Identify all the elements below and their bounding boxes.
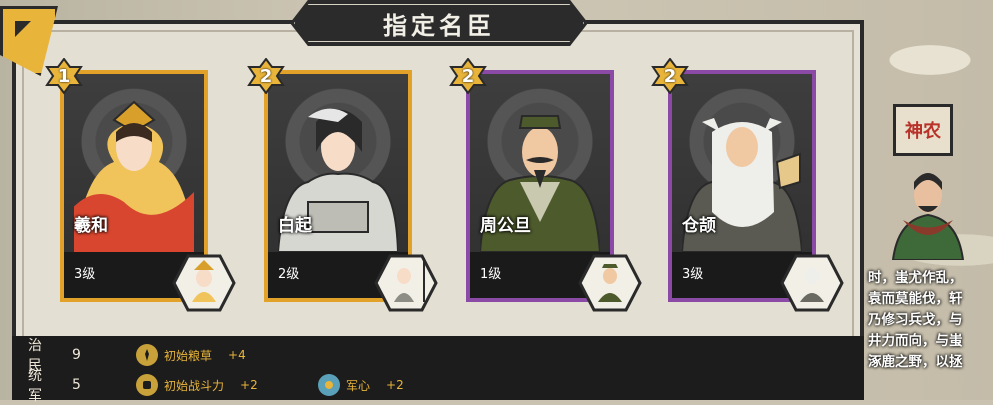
minister-name: 白起 [278, 216, 312, 236]
minister-level: 3级 [74, 267, 96, 282]
shennong-portrait [891, 173, 965, 260]
minister-name: 羲和 [74, 216, 108, 236]
rank-badge: 1 [44, 58, 84, 94]
fist-icon [136, 374, 158, 396]
shennong-sign: 神农 [893, 104, 953, 156]
minister-level: 1级 [480, 267, 502, 282]
mini-figure-xihe [172, 254, 236, 312]
mini-figure-cangjie [780, 254, 844, 312]
effect-morale: 军心 +2 [318, 374, 404, 396]
minister-level: 3级 [682, 267, 704, 282]
minister-level: 2级 [278, 267, 300, 282]
mini-figure-baiqi [374, 254, 438, 312]
minister-name: 周公旦 [480, 216, 531, 236]
mini-figure-zhougongdan [578, 254, 642, 312]
back-arrow-icon [15, 21, 31, 37]
effect-initial-combat: 初始战斗力 +2 [136, 374, 258, 396]
title-banner: 指定名臣 [290, 0, 588, 46]
effect-initial-grain: 初始粮草 +4 [136, 344, 246, 366]
rank-badge: 2 [650, 58, 690, 94]
grain-icon [136, 344, 158, 366]
minister-name: 仓颉 [682, 216, 716, 236]
rank-badge: 2 [246, 58, 286, 94]
stats-panel: 治民 9 初始粮草 +4 统军 5 初始战斗力 +2 军心 +2 [12, 336, 864, 404]
rank-badge: 2 [448, 58, 488, 94]
story-text: 时，蚩尤作乱， 袁而莫能伐，轩 乃修习兵戈，与 井力而向，与蚩 涿鹿之野，以拯 [868, 270, 963, 370]
page-title: 指定名臣 [383, 11, 495, 40]
morale-icon [318, 374, 340, 396]
